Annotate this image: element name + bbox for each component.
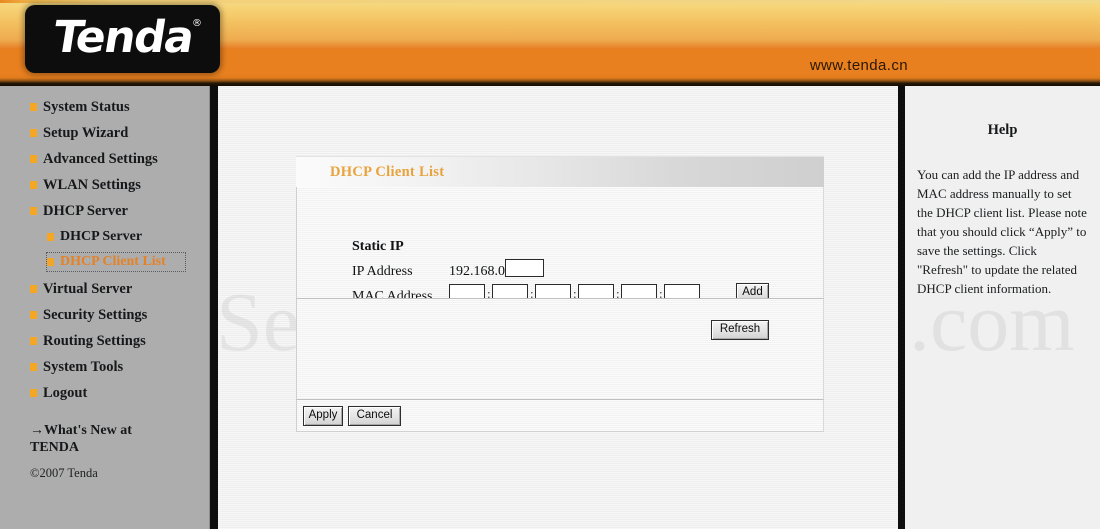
page-header: Tenda ® www.tenda.cn [0, 0, 1100, 86]
sidebar-item-label: DHCP Client List [60, 254, 166, 269]
sidebar-item-system-status[interactable]: System Status [30, 94, 209, 120]
sidebar-subitem-dhcp-client-list[interactable]: DHCP Client List [46, 252, 186, 272]
bullet-icon [30, 389, 37, 397]
tenda-logo-text: Tenda [49, 12, 197, 64]
help-panel: .com Help You can add the IP address and… [905, 86, 1100, 529]
bullet-icon [30, 311, 37, 319]
bullet-icon [47, 233, 54, 241]
bullet-icon [30, 155, 37, 163]
sidebar-navigation: System Status Setup Wizard Advanced Sett… [0, 86, 210, 529]
bullet-icon [30, 207, 37, 215]
bullet-icon [30, 285, 37, 293]
refresh-button[interactable]: Refresh [711, 320, 769, 340]
dhcp-client-list-section: Refresh [296, 298, 824, 399]
sidebar-item-label: Security Settings [43, 307, 148, 323]
bullet-icon [47, 258, 54, 266]
sidebar-item-label: WLAN Settings [43, 177, 141, 193]
sidebar-item-setup-wizard[interactable]: Setup Wizard [30, 120, 209, 146]
header-top-stripe [0, 0, 1100, 3]
sidebar-item-security-settings[interactable]: Security Settings [30, 302, 209, 328]
sidebar-item-label: Routing Settings [43, 333, 146, 349]
sidebar-item-advanced-settings[interactable]: Advanced Settings [30, 146, 209, 172]
panel-title: DHCP Client List [330, 164, 445, 180]
bullet-icon [30, 363, 37, 371]
bullet-icon [30, 129, 37, 137]
sidebar-item-label: System Tools [43, 359, 124, 375]
tenda-logo[interactable]: Tenda ® [25, 5, 220, 73]
bullet-icon [30, 181, 37, 189]
sidebar-divider [210, 86, 218, 529]
static-ip-form-section: Static IP IP Address 192.168.0. MAC Addr… [296, 187, 824, 304]
sidebar-item-label: DHCP Server [60, 229, 143, 244]
help-body-text: You can add the IP address and MAC addre… [917, 167, 1087, 296]
main-content: SetupRouter.com DHCP Client List Static … [216, 86, 898, 529]
sidebar-item-routing-settings[interactable]: Routing Settings [30, 328, 209, 354]
sidebar-item-label: Virtual Server [43, 281, 133, 297]
header-website-url: www.tenda.cn [809, 57, 908, 74]
static-ip-heading: Static IP [352, 239, 404, 254]
help-title: Help [987, 122, 1018, 138]
apply-button[interactable]: Apply [303, 406, 343, 426]
sidebar-item-virtual-server[interactable]: Virtual Server [30, 276, 209, 302]
registered-trademark-icon: ® [192, 18, 202, 29]
sidebar-subitem-dhcp-server[interactable]: DHCP Server [47, 224, 209, 250]
cancel-button[interactable]: Cancel [348, 406, 401, 426]
sidebar-item-system-tools[interactable]: System Tools [30, 354, 209, 380]
dhcp-client-list-panel: DHCP Client List Static IP IP Address 19… [296, 156, 824, 432]
panel-titlebar: DHCP Client List [296, 156, 824, 187]
help-divider [898, 86, 905, 529]
ip-address-label: IP Address [352, 264, 413, 279]
sidebar-item-wlan-settings[interactable]: WLAN Settings [30, 172, 209, 198]
bullet-icon [30, 103, 37, 111]
ip-address-prefix: 192.168.0. [449, 264, 509, 279]
sidebar-item-label: Setup Wizard [43, 125, 129, 141]
sidebar-item-label: DHCP Server [43, 203, 128, 219]
sidebar-item-label: Advanced Settings [43, 151, 158, 167]
sidebar-item-dhcp-server[interactable]: DHCP Server [30, 198, 209, 224]
panel-action-bar: Apply Cancel [296, 399, 824, 432]
page-body: System Status Setup Wizard Advanced Sett… [0, 86, 1100, 529]
bullet-icon [30, 337, 37, 345]
ip-address-last-octet-input[interactable] [505, 259, 544, 277]
sidebar-whats-new-link[interactable]: →What's New at TENDA [30, 422, 180, 456]
sidebar-item-logout[interactable]: Logout [30, 380, 209, 406]
sidebar-item-label: System Status [43, 99, 130, 115]
sidebar-copyright: ©2007 Tenda [30, 466, 98, 480]
sidebar-item-label: Logout [43, 385, 88, 401]
